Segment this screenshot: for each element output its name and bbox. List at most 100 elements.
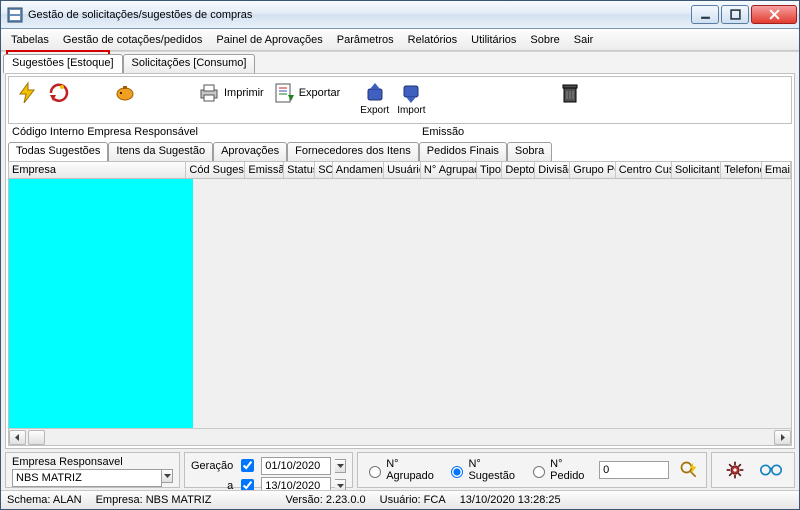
search-group: N° Agrupado N° Sugestão N° Pedido xyxy=(357,452,707,488)
geracao-group: Geração 01/10/2020 a 13/10/2020 xyxy=(184,452,353,488)
trash-icon xyxy=(558,81,582,105)
grid-tabstrip: Todas Sugestões Itens da Sugestão Aprova… xyxy=(6,140,794,161)
search-lightning-button[interactable] xyxy=(677,457,700,483)
empresa-dropdown-button[interactable] xyxy=(162,469,173,483)
export-icon-button[interactable]: Export xyxy=(358,80,391,117)
status-schema: Schema: ALAN xyxy=(7,494,82,506)
column-header[interactable]: N° Agrupada xyxy=(421,162,477,178)
status-versao: Versão: 2.23.0.0 xyxy=(286,494,366,506)
column-header[interactable]: Depto. xyxy=(502,162,535,178)
label-codigo-interno: Código Interno Empresa Responsável xyxy=(12,126,412,138)
radio-agrupado-wrap[interactable]: N° Agrupado xyxy=(364,458,438,482)
status-datetime: 13/10/2020 13:28:25 xyxy=(460,494,561,506)
binoculars-button[interactable] xyxy=(758,457,784,483)
refresh-icon xyxy=(47,81,71,105)
menu-painel-aprovacoes[interactable]: Painel de Aprovações xyxy=(209,32,329,48)
column-header[interactable]: Grupo PC xyxy=(570,162,616,178)
column-header[interactable]: Centro Custo xyxy=(616,162,672,178)
label-emissao: Emissão xyxy=(422,126,464,138)
content-area: Imprimir Exportar Export Import Código I… xyxy=(5,73,795,449)
tab-sobra[interactable]: Sobra xyxy=(507,142,552,161)
empresa-field[interactable] xyxy=(12,469,162,487)
column-header[interactable]: Telefone xyxy=(721,162,762,178)
export-button[interactable]: Exportar xyxy=(270,80,343,106)
menu-sobre[interactable]: Sobre xyxy=(523,32,566,48)
column-header[interactable]: Email xyxy=(762,162,791,178)
column-header[interactable]: Empresa xyxy=(9,162,186,178)
tool-piggy[interactable] xyxy=(111,80,139,106)
import-icon-button[interactable]: Import xyxy=(395,80,427,117)
menubar: Tabelas Gestão de cotações/pedidos Paine… xyxy=(1,29,799,51)
tab-aprovacoes[interactable]: Aprovações xyxy=(213,142,287,161)
tool-lightning[interactable] xyxy=(13,80,41,106)
tool-refresh[interactable] xyxy=(45,80,73,106)
status-empresa: Empresa: NBS MATRIZ xyxy=(96,494,212,506)
tab-itens-sugestao[interactable]: Itens da Sugestão xyxy=(108,142,213,161)
maximize-button[interactable] xyxy=(721,5,749,24)
grid-empty-area xyxy=(193,179,791,428)
titlebar: Gestão de solicitações/sugestões de comp… xyxy=(1,1,799,29)
column-header[interactable]: Cód Sugestão xyxy=(186,162,245,178)
printer-icon xyxy=(197,81,221,105)
statusbar: Schema: ALAN Empresa: NBS MATRIZ Versão:… xyxy=(1,490,799,509)
delete-button[interactable] xyxy=(556,80,584,106)
app-window: Gestão de solicitações/sugestões de comp… xyxy=(0,0,800,510)
piggy-icon xyxy=(113,81,137,105)
date-from-checkbox[interactable] xyxy=(241,459,254,472)
horizontal-scrollbar[interactable] xyxy=(9,428,791,445)
date-from-field[interactable]: 01/10/2020 xyxy=(261,457,331,475)
scroll-thumb[interactable] xyxy=(28,430,45,445)
close-button[interactable] xyxy=(751,5,797,24)
minimize-button[interactable] xyxy=(691,5,719,24)
column-header[interactable]: SC xyxy=(315,162,333,178)
column-header[interactable]: Andamento xyxy=(333,162,384,178)
column-header[interactable]: Divisão xyxy=(535,162,570,178)
menu-utilitarios[interactable]: Utilitários xyxy=(464,32,523,48)
tab-fornecedores[interactable]: Fornecedores dos Itens xyxy=(287,142,419,161)
filter-panel: Empresa Responsavel Geração 01/10/2020 a… xyxy=(5,452,795,488)
grid-selection-column[interactable] xyxy=(9,179,193,428)
grid-body[interactable] xyxy=(9,179,791,428)
column-header[interactable]: Usuário xyxy=(384,162,421,178)
geracao-label: Geração xyxy=(191,460,233,472)
column-header[interactable]: Tipo xyxy=(477,162,502,178)
menu-gestao-cotacoes[interactable]: Gestão de cotações/pedidos xyxy=(56,32,209,48)
data-grid: EmpresaCód SugestãoEmissãoStatusSCAndame… xyxy=(8,161,792,446)
scroll-right-button[interactable] xyxy=(774,430,791,445)
main-tabstrip: Sugestões [Estoque] Solicitações [Consum… xyxy=(1,51,799,73)
empresa-responsavel-label: Empresa Responsavel xyxy=(12,456,123,468)
radio-agrupado[interactable] xyxy=(369,466,381,478)
tab-pedidos-finais[interactable]: Pedidos Finais xyxy=(419,142,507,161)
toolbar-labels: Código Interno Empresa Responsável Emiss… xyxy=(6,126,794,140)
tab-sugestoes-estoque[interactable]: Sugestões [Estoque] xyxy=(3,54,123,73)
grid-header-row: EmpresaCód SugestãoEmissãoStatusSCAndame… xyxy=(9,162,791,179)
tab-solicitacoes-consumo[interactable]: Solicitações [Consumo] xyxy=(123,54,256,73)
radio-sugestao-wrap[interactable]: N° Sugestão xyxy=(446,458,520,482)
menu-parametros[interactable]: Parâmetros xyxy=(330,32,401,48)
print-label: Imprimir xyxy=(224,87,264,99)
tab-todas-sugestoes[interactable]: Todas Sugestões xyxy=(8,142,108,161)
print-button[interactable]: Imprimir xyxy=(195,80,266,106)
toolbar: Imprimir Exportar Export Import xyxy=(8,76,792,124)
window-controls xyxy=(691,5,797,24)
menu-sair[interactable]: Sair xyxy=(567,32,601,48)
column-header[interactable]: Solicitante xyxy=(672,162,721,178)
column-header[interactable]: Status xyxy=(284,162,315,178)
scroll-left-button[interactable] xyxy=(9,430,26,445)
date-from-dropdown[interactable] xyxy=(335,459,346,473)
window-title: Gestão de solicitações/sugestões de comp… xyxy=(28,9,691,21)
menu-relatorios[interactable]: Relatórios xyxy=(401,32,465,48)
export-arrow-icon xyxy=(363,81,387,105)
numero-field[interactable] xyxy=(599,461,669,479)
import-arrow-icon xyxy=(399,81,423,105)
import-icon-label: Import xyxy=(397,105,425,116)
column-header[interactable]: Emissão xyxy=(245,162,284,178)
status-usuario: Usuário: FCA xyxy=(380,494,446,506)
gear-button[interactable] xyxy=(722,457,748,483)
radio-pedido-wrap[interactable]: N° Pedido xyxy=(528,458,591,482)
action-group xyxy=(711,452,795,488)
menu-tabelas[interactable]: Tabelas xyxy=(4,32,56,48)
app-icon xyxy=(7,7,23,23)
radio-sugestao[interactable] xyxy=(451,466,463,478)
radio-pedido[interactable] xyxy=(533,466,545,478)
